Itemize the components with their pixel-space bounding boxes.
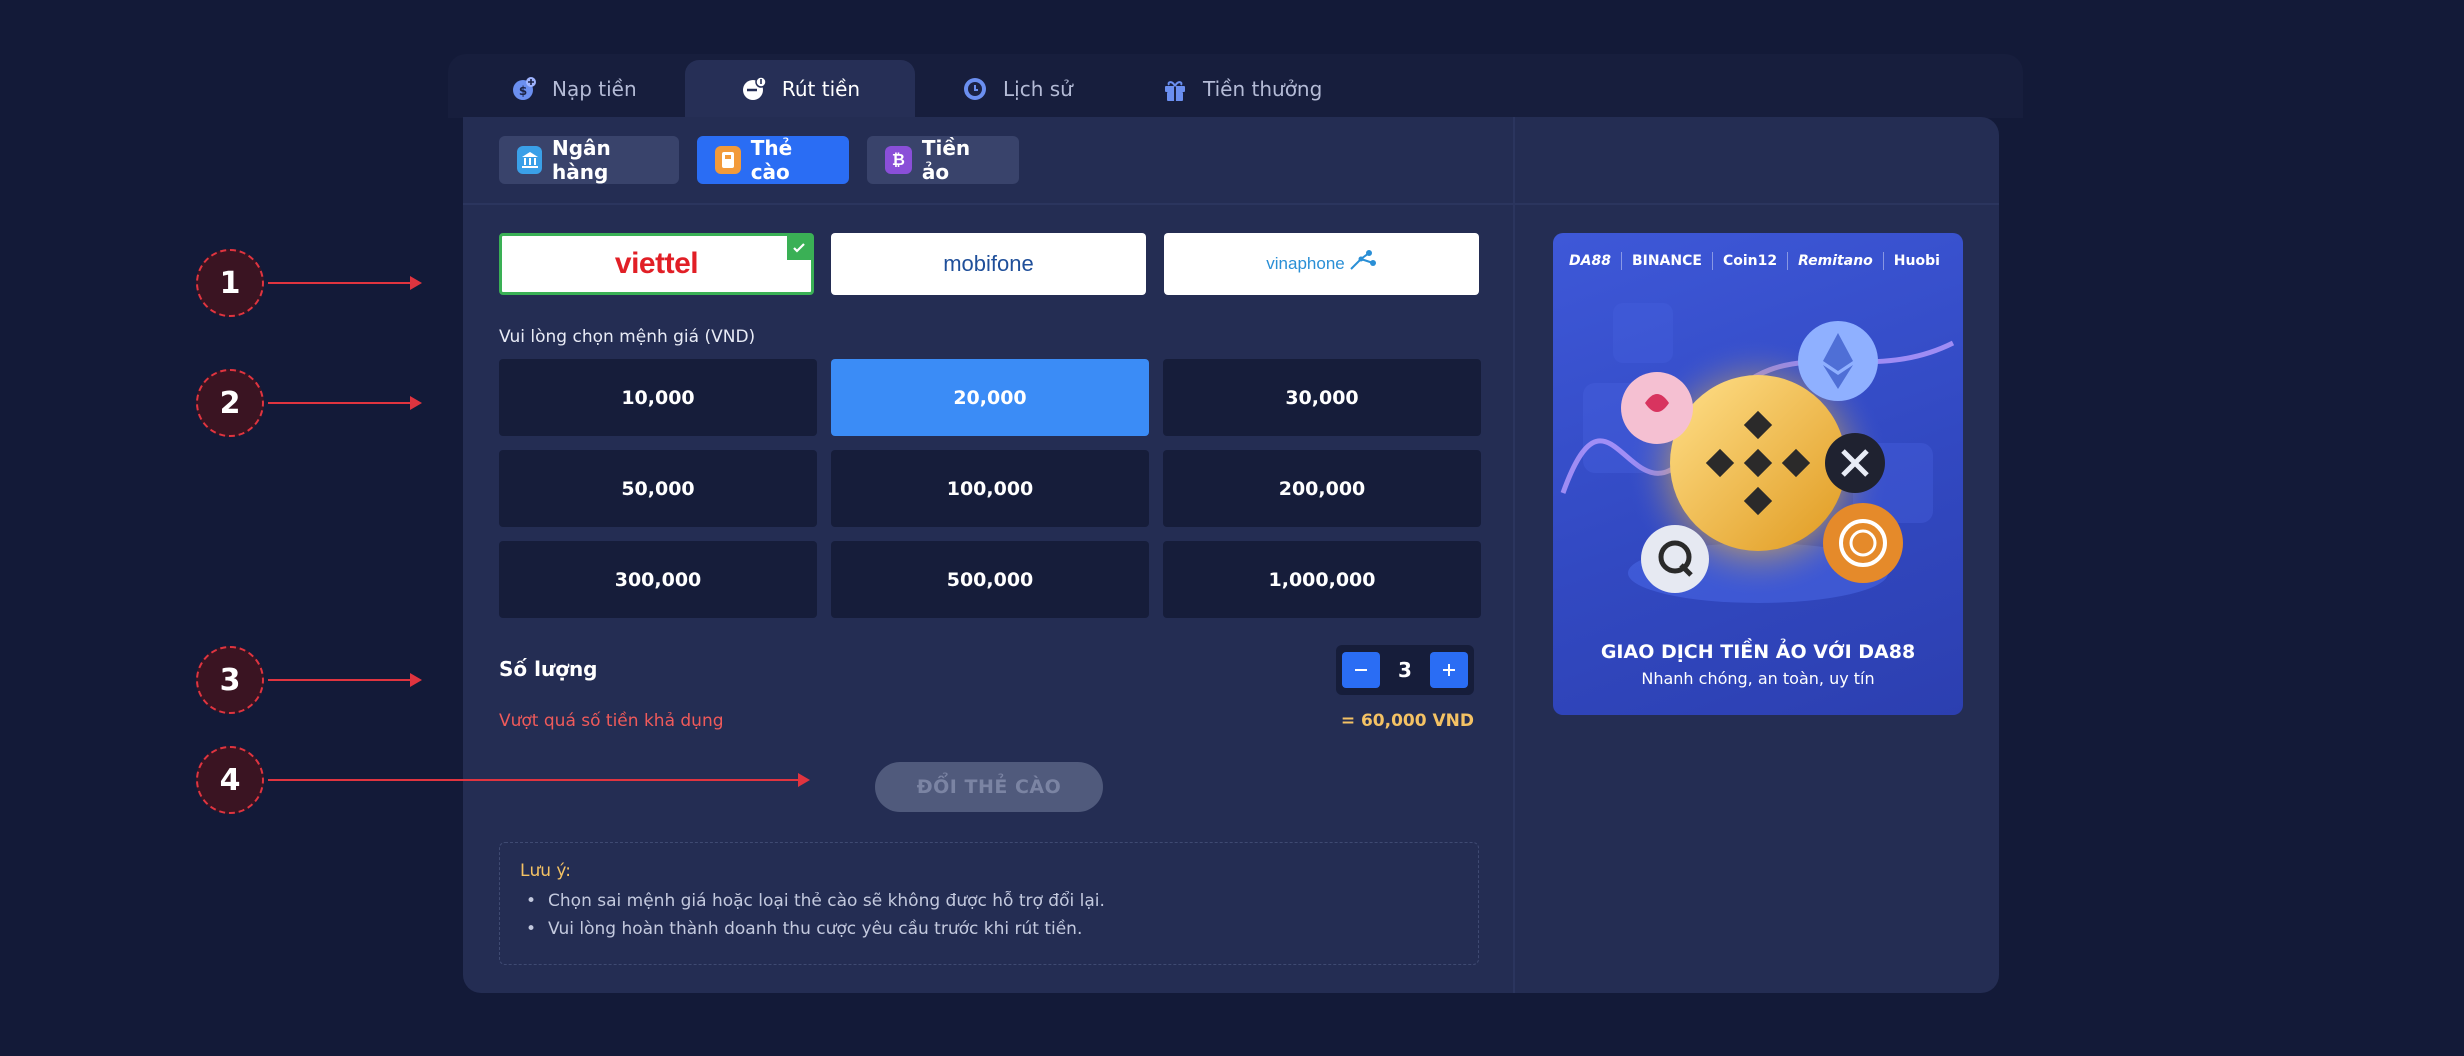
coin-withdraw-icon [740, 75, 768, 103]
denomination-option[interactable]: 200,000 [1163, 450, 1481, 527]
subtab-label: Thẻ cào [750, 136, 793, 184]
annotation-arrow-3 [268, 673, 422, 687]
subtab-bank[interactable]: Ngân hàng [499, 136, 679, 184]
divider [463, 203, 1999, 205]
carrier-vinaphone[interactable]: vinaphone [1164, 233, 1479, 295]
subtab-label: Tiền ảo [921, 136, 971, 184]
tab-label: Tiền thưởng [1203, 77, 1323, 101]
coin12-logo: Coin12 [1722, 253, 1778, 269]
note-box: Lưu ý: • Chọn sai mệnh giá hoặc loại thẻ… [499, 842, 1479, 965]
divider [1882, 252, 1884, 270]
annotation-arrow-2 [268, 396, 422, 410]
quantity-label: Số lượng [499, 657, 598, 681]
note-title: Lưu ý: [520, 861, 571, 881]
insufficient-balance-warning: Vượt quá số tiền khả dụng [499, 711, 724, 731]
subtab-crypto[interactable]: ₿ Tiền ảo [867, 136, 1019, 184]
bullet-icon: • [526, 919, 537, 939]
note-item: • Vui lòng hoàn thành doanh thu cược yêu… [520, 919, 1458, 939]
main-tab-bar: $ Nạp tiền Rút tiền Lịch sử Tiền thưởng [448, 54, 2023, 118]
note-text: Chọn sai mệnh giá hoặc loại thẻ cào sẽ k… [548, 891, 1105, 911]
tab-withdraw[interactable]: Rút tiền [685, 60, 915, 118]
tab-bonus[interactable]: Tiền thưởng [1161, 60, 1322, 118]
divider [1711, 252, 1713, 270]
denomination-option[interactable]: 10,000 [499, 359, 817, 436]
viettel-logo: viettel [614, 247, 699, 280]
tab-label: Lịch sử [1003, 77, 1073, 101]
subtab-label: Ngân hàng [552, 136, 611, 184]
annotation-marker-3: 3 [196, 646, 264, 714]
denomination-option[interactable]: 300,000 [499, 541, 817, 618]
denomination-option[interactable]: 500,000 [831, 541, 1149, 618]
tab-deposit[interactable]: $ Nạp tiền [510, 60, 637, 118]
annotation-marker-1: 1 [196, 249, 264, 317]
note-text: Vui lòng hoàn thành doanh thu cược yêu c… [548, 919, 1083, 939]
annotation-arrow-1 [268, 276, 422, 290]
tab-history[interactable]: Lịch sử [961, 60, 1073, 118]
divider [1787, 252, 1789, 270]
da88-logo: DA88 [1569, 253, 1611, 269]
note-item: • Chọn sai mệnh giá hoặc loại thẻ cào sẽ… [520, 891, 1458, 911]
withdraw-panel: Ngân hàng Thẻ cào ₿ Tiền ảo viettel mobi… [463, 117, 1999, 993]
partner-logos: DA88 BINANCE Coin12 Remitano Huobi [1569, 249, 1949, 273]
subtab-scratch-card[interactable]: Thẻ cào [697, 136, 849, 184]
check-icon [787, 236, 811, 260]
minus-icon [1355, 669, 1367, 671]
tab-label: Nạp tiền [552, 77, 637, 101]
remitano-logo: Remitano [1798, 253, 1873, 269]
plus-icon [1442, 664, 1455, 676]
annotation-arrow-4 [268, 773, 810, 787]
crypto-promo-banner[interactable]: DA88 BINANCE Coin12 Remitano Huobi GIAO … [1553, 233, 1963, 715]
promo-subtitle: Nhanh chóng, an toàn, uy tín [1641, 669, 1875, 688]
coin-plus-icon: $ [510, 75, 538, 103]
bullet-icon: • [526, 891, 537, 911]
huobi-logo: Huobi [1893, 253, 1940, 269]
total-amount: = 60,000 VND [1340, 711, 1474, 731]
mobifone-logo: mobifone [943, 251, 1034, 276]
annotation-marker-2: 2 [196, 369, 264, 437]
denomination-option-selected[interactable]: 20,000 [831, 359, 1149, 436]
clock-icon [961, 75, 989, 103]
carrier-mobifone[interactable]: mobifone [831, 233, 1146, 295]
binance-logo: BINANCE [1631, 253, 1702, 269]
divider [1513, 117, 1515, 993]
denomination-option[interactable]: 50,000 [499, 450, 817, 527]
tab-label: Rút tiền [781, 77, 861, 101]
annotation-marker-4: 4 [196, 746, 264, 814]
bitcoin-icon: ₿ [885, 146, 912, 174]
decrease-button[interactable] [1342, 652, 1380, 688]
vinaphone-network-icon [1347, 249, 1377, 279]
quantity-value[interactable]: 3 [1398, 658, 1412, 682]
bank-icon [517, 146, 542, 174]
carrier-viettel[interactable]: viettel [499, 233, 814, 295]
quantity-stepper: 3 [1336, 645, 1474, 695]
divider [1620, 252, 1622, 270]
exchange-card-button[interactable]: ĐỔI THẺ CÀO [875, 762, 1103, 812]
increase-button[interactable] [1429, 652, 1468, 688]
denomination-option[interactable]: 30,000 [1163, 359, 1481, 436]
promo-title: GIAO DỊCH TIỀN ẢO VỚI DA88 [1600, 641, 1916, 663]
card-icon [715, 146, 741, 174]
denomination-option[interactable]: 100,000 [831, 450, 1149, 527]
denomination-label: Vui lòng chọn mệnh giá (VND) [499, 327, 756, 347]
denomination-option[interactable]: 1,000,000 [1163, 541, 1481, 618]
gift-icon [1161, 75, 1189, 103]
svg-text:$: $ [519, 84, 527, 98]
vinaphone-logo: vinaphone [1266, 254, 1345, 273]
